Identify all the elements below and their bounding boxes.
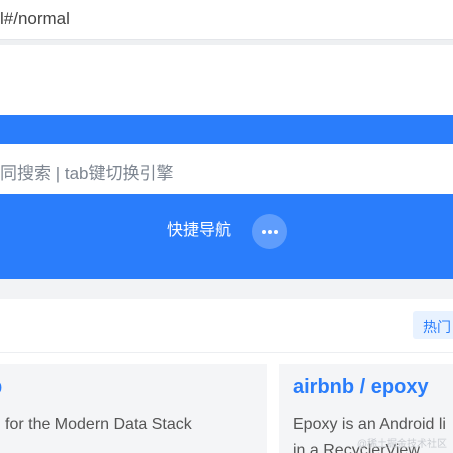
dot <box>274 230 278 234</box>
repo-card-description: for the Modern Data Stack <box>5 416 192 433</box>
repo-card-title[interactable]: airbnb / epoxy <box>293 376 429 399</box>
url-text[interactable]: l#/normal <box>0 9 70 29</box>
browser-address-bar[interactable]: l#/normal <box>0 0 453 40</box>
repo-card-description: Epoxy is an Android li <box>293 416 446 433</box>
quick-nav-bar: 快捷导航 <box>0 194 453 279</box>
watermark: @稀土掘金技术社区 <box>356 439 447 450</box>
search-box[interactable]: 同搜索 | tab键切换引擎 <box>0 144 453 194</box>
tab-hot[interactable]: 热门 <box>413 311 453 339</box>
section-gap <box>0 279 453 299</box>
repo-card-title[interactable]: p <box>0 376 2 399</box>
dot <box>262 230 266 234</box>
repo-card[interactable]: p for the Modern Data Stack <box>0 364 267 453</box>
search-engine-tabs-bar <box>0 115 453 144</box>
quick-nav-label[interactable]: 快捷导航 <box>167 216 231 240</box>
search-input-placeholder[interactable]: 同搜索 | tab键切换引擎 <box>0 159 174 184</box>
filter-bar: 热门 <box>0 299 453 353</box>
more-dots-icon[interactable] <box>252 214 287 249</box>
dot <box>268 230 272 234</box>
tab-hot-label: 热门 <box>423 319 451 335</box>
header-area <box>0 45 453 115</box>
